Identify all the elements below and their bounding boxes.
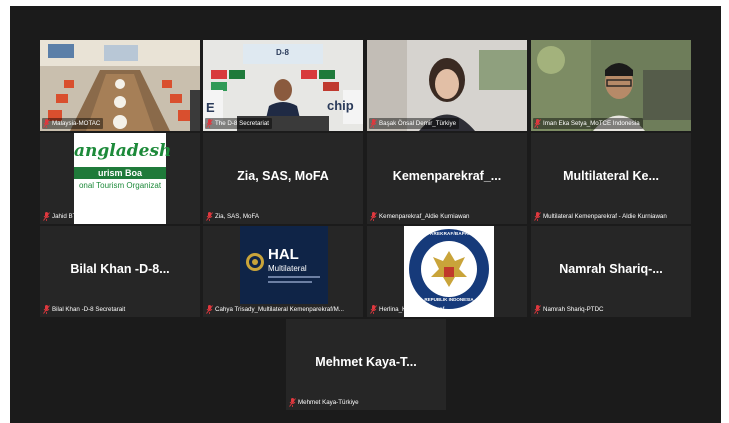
participant-tile-kemenparekraf-aldie[interactable]: Kemenparekraf_... Kemenparekraf_Aldie Ku… <box>367 133 527 224</box>
participant-name: Multilateral Kemenparekraf - Aldie Kurni… <box>543 213 667 220</box>
participant-tile-d8-secretariat[interactable]: D-8 chip E The D-8 Secretariat <box>203 40 363 131</box>
participant-name: Cahya Trisady_Multilateral Kemenparekraf… <box>215 306 344 313</box>
participant-name: Herlina_Kemenparekraf <box>379 306 445 313</box>
participant-name-label: Zia, SAS, MoFA <box>205 211 262 222</box>
mic-muted-icon <box>206 305 213 314</box>
participant-name: Malaysia-MOTAC <box>52 120 101 127</box>
participant-display-name: Kemenparekraf_... <box>392 169 502 183</box>
participant-tile-zia[interactable]: Zia, SAS, MoFA Zia, SAS, MoFA <box>203 133 363 224</box>
participant-display-name: Mehmet Kaya-T... <box>315 355 417 369</box>
banner-text: D-8 <box>276 48 289 57</box>
participant-name: The D-8 Secretariat <box>215 120 269 127</box>
participant-display-name: Multilateral Ke... <box>563 169 659 183</box>
mic-muted-icon <box>370 212 377 221</box>
mic-muted-icon <box>206 212 213 221</box>
participant-tile-mehmet[interactable]: Mehmet Kaya-T... Mehmet Kaya-Türkiye <box>286 319 446 410</box>
participant-name-label: Namrah Shariq-PTDC <box>533 304 607 315</box>
participant-name: Iman Eka Setya_MoTCE Indonesia <box>543 120 640 127</box>
mic-muted-icon <box>534 305 541 314</box>
mic-muted-icon <box>43 119 50 128</box>
participant-tile-malaysia[interactable]: Malaysia-MOTAC <box>40 40 200 131</box>
participant-tile-herlina[interactable]: KEMENPAREKRAF/BAPAREKRAF REPUBLIK INDONE… <box>367 226 527 317</box>
banner-text: chip <box>327 98 354 113</box>
participant-name-label: Iman Eka Setya_MoTCE Indonesia <box>533 118 643 129</box>
participant-name-label: Kemenparekraf_Aldie Kurniawan <box>369 211 472 222</box>
participant-name-label: Mehmet Kaya-Türkiye <box>288 397 362 408</box>
participant-name: Kemenparekraf_Aldie Kurniawan <box>379 213 470 220</box>
participant-display-name: Zia, SAS, MoFA <box>237 169 329 183</box>
participant-tile-basak[interactable]: Başak Önsal Demir_Türkiye <box>367 40 527 131</box>
participant-tile-iman[interactable]: Iman Eka Setya_MoTCE Indonesia <box>531 40 691 131</box>
participant-name: Jahid BTB <box>52 213 81 220</box>
participant-name-label: Cahya Trisady_Multilateral Kemenparekraf… <box>205 304 347 315</box>
participant-name: Namrah Shariq-PTDC <box>543 306 604 313</box>
participant-display-name: Bilal Khan -D-8... <box>70 262 170 276</box>
participant-display-name: Namrah Shariq-... <box>559 262 663 276</box>
participant-tile-bilal[interactable]: Bilal Khan -D-8... Bilal Khan -D-8 Secre… <box>40 226 200 317</box>
mic-muted-icon <box>289 398 296 407</box>
participant-name-label: Herlina_Kemenparekraf <box>369 304 447 315</box>
mic-muted-icon <box>370 119 377 128</box>
mic-muted-icon <box>206 119 213 128</box>
emblem-icon <box>246 253 264 271</box>
participant-tile-multilateral-aldie[interactable]: Multilateral Ke... Multilateral Kemenpar… <box>531 133 691 224</box>
participant-name: Mehmet Kaya-Türkiye <box>298 399 359 406</box>
participant-name: Başak Önsal Demir_Türkiye <box>379 120 457 127</box>
participant-name-label: Başak Önsal Demir_Türkiye <box>369 118 460 129</box>
participant-tile-jahid[interactable]: angladesh urism Boa onal Tourism Organiz… <box>40 133 200 224</box>
participant-name-label: Jahid BTB <box>42 211 84 222</box>
participant-name: Bilal Khan -D-8 Secretarait <box>52 306 126 313</box>
mic-muted-icon <box>43 305 50 314</box>
participant-name-label: The D-8 Secretariat <box>205 118 272 129</box>
hal-multilateral-logo: HAL Multilateral <box>240 226 328 304</box>
mic-muted-icon <box>370 305 377 314</box>
video-gallery: Malaysia-MOTAC D-8 chip E The D-8 Secret… <box>10 6 721 423</box>
participant-name-label: Malaysia-MOTAC <box>42 118 104 129</box>
participant-name: Zia, SAS, MoFA <box>215 213 260 220</box>
participant-tile-cahya[interactable]: HAL Multilateral Cahya Trisady_Multilate… <box>203 226 363 317</box>
bangladesh-tourism-logo: angladesh urism Boa onal Tourism Organiz… <box>74 133 171 224</box>
participant-name-label: Bilal Khan -D-8 Secretarait <box>42 304 128 315</box>
participant-tile-namrah[interactable]: Namrah Shariq-... Namrah Shariq-PTDC <box>531 226 691 317</box>
mic-muted-icon <box>43 212 50 221</box>
mic-muted-icon <box>534 119 541 128</box>
participant-name-label: Multilateral Kemenparekraf - Aldie Kurni… <box>533 211 670 222</box>
banner-text: E <box>206 100 215 115</box>
mic-muted-icon <box>534 212 541 221</box>
